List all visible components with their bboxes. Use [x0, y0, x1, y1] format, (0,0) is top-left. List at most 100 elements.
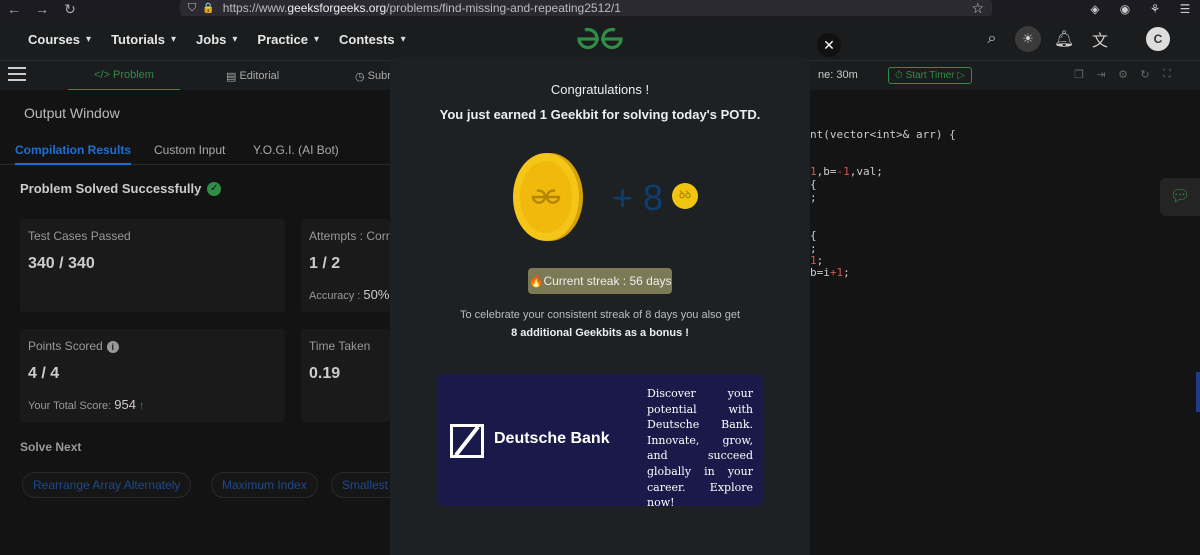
forward-arrow-icon[interactable]: → [28, 0, 56, 18]
code-line: { [810, 229, 817, 242]
bell-icon[interactable]: 🔔︎ [1046, 29, 1082, 49]
points-card: Points Scored i 4 / 4 Your Total Score: 9… [20, 329, 285, 422]
accuracy-row: Accuracy : 50% [309, 287, 390, 302]
nav-courses[interactable]: Courses ▾ [28, 32, 91, 47]
tab-submissions[interactable]: ◷ Subr [355, 61, 391, 91]
translate-icon[interactable]: 文 [1082, 27, 1118, 51]
time-label: Time Taken [309, 339, 371, 353]
code-line: b=i+1; [810, 266, 850, 279]
solve-next-title: Solve Next [20, 440, 82, 454]
nav-practice[interactable]: Practice ▾ [257, 32, 319, 47]
test-cases-label: Test Cases Passed [28, 229, 131, 243]
check-circle-icon: ✓ [207, 181, 222, 196]
total-score-row: Your Total Score: 954 ↑ [28, 397, 145, 412]
time-card: Time Taken 0.19 [301, 329, 390, 422]
tab-yogi-bot[interactable]: Y.O.G.I. (AI Bot) [253, 143, 339, 157]
bonus-amount: 8 additional Geekbits as a bonus ! [511, 327, 689, 339]
chevron-down-icon: ▾ [171, 33, 177, 45]
reload-icon[interactable]: ↻ [56, 0, 84, 18]
chevron-down-icon: ▾ [232, 33, 238, 45]
solve-next-chip[interactable]: Smallest [331, 472, 390, 498]
output-panel: Output Window Compilation Results Custom… [0, 90, 396, 555]
chat-icon[interactable]: 💬︎ [1160, 178, 1200, 216]
code-line: 1,b=-1,val; [810, 165, 883, 178]
chevron-down-icon: ▾ [400, 33, 406, 45]
bonus-message: To celebrate your consistent streak of 8… [459, 309, 741, 321]
code-line: { [810, 178, 817, 191]
output-tabs: Compilation Results Custom Input Y.O.G.I… [0, 135, 390, 165]
arrow-up-icon: ↑ [139, 400, 145, 412]
tab-problem[interactable]: </> Problem [68, 61, 180, 91]
code-line: ; [810, 191, 817, 204]
play-icon: ▷ [957, 70, 965, 81]
start-timer-button[interactable]: ⏱ Start Timer ▷ [888, 67, 972, 84]
deutsche-bank-ad[interactable]: Deutsche Bank Discover your potential wi… [437, 374, 763, 509]
congratulations-modal: Congratulations ! You just earned 1 Geek… [390, 57, 810, 555]
nav-contests[interactable]: Contests ▾ [339, 32, 406, 47]
copy-icon[interactable]: ❐ [1068, 68, 1090, 81]
attempts-label: Attempts : Corre [309, 229, 397, 243]
header-actions: ⌕ ☀ 🔔︎ 文 C [974, 18, 1170, 60]
output-window-title: Output Window [24, 105, 120, 121]
account-icon[interactable]: ◉ [1110, 0, 1140, 18]
extensions-icon[interactable]: ⚘ [1140, 0, 1170, 18]
hamburger-icon[interactable] [8, 67, 26, 85]
info-icon[interactable]: i [106, 341, 119, 353]
chevron-down-icon: ▾ [86, 33, 92, 45]
pocket-icon[interactable]: ◈ [1080, 0, 1110, 18]
import-icon[interactable]: ⇥ [1090, 68, 1112, 81]
ad-brand: Deutsche Bank [494, 430, 610, 447]
status-message: Problem Solved Successfully ✓ [20, 181, 222, 196]
modal-title: Congratulations ! [550, 82, 650, 97]
earned-message: You just earned 1 Geekbit for solving to… [439, 107, 761, 122]
code-icon: </> [94, 69, 113, 81]
small-coin-icon: ꝺꝺ [672, 183, 698, 209]
attempts-value: 1 / 2 [309, 255, 341, 272]
close-modal-button[interactable]: ✕ [817, 33, 841, 57]
document-icon: ▤ [226, 70, 240, 83]
search-icon[interactable]: ⌕ [974, 30, 1010, 48]
shield-icon: ⛉ [188, 1, 197, 14]
test-cases-card: Test Cases Passed 340 / 340 [20, 219, 285, 312]
code-editor[interactable]: nt(vector<int>& arr) { 1,b=-1,val; { ; {… [810, 90, 1200, 555]
back-arrow-icon[interactable]: ← [0, 0, 28, 18]
avatar[interactable]: C [1146, 27, 1170, 51]
tab-editorial[interactable]: ▤ Editorial [226, 61, 279, 91]
clock-icon: ◷ [355, 70, 368, 83]
timer-icon: ⏱ [895, 70, 906, 81]
gfg-logo-icon[interactable] [575, 26, 625, 52]
streak-badge: 🔥Current streak : 56 days [528, 268, 672, 294]
chevron-down-icon: ▾ [314, 33, 320, 45]
tab-compilation-results[interactable]: Compilation Results [15, 143, 132, 165]
timer-text: ne: 30m [818, 69, 858, 81]
solve-next-chip[interactable]: Rearrange Array Alternately [22, 472, 192, 498]
url-text: https://www.geeksforgeeks.org/problems/f… [222, 1, 621, 15]
fullscreen-icon[interactable]: ⛶ [1156, 68, 1178, 81]
ad-text: Discover your potential with Deutsche Ba… [647, 387, 753, 510]
points-label: Points Scored i [28, 339, 119, 353]
settings-icon[interactable]: ⚙ [1112, 68, 1134, 81]
menu-icon[interactable]: ☰ [1170, 0, 1200, 18]
main-nav: Courses ▾ Tutorials ▾ Jobs ▾ Practice ▾ Cont… [28, 18, 426, 60]
url-bar[interactable]: ⛉ 🔒 https://www.geeksforgeeks.org/proble… [180, 0, 992, 16]
solve-next-chip[interactable]: Maximum Index [211, 472, 318, 498]
deutsche-bank-logo-icon [450, 424, 484, 458]
lock-icon: 🔒 [202, 2, 215, 14]
nav-jobs[interactable]: Jobs ▾ [196, 32, 237, 47]
reset-icon[interactable]: ↻ [1134, 68, 1156, 81]
nav-tutorials[interactable]: Tutorials ▾ [111, 32, 176, 47]
browser-extensions: ◈ ◉ ⚘ ☰ [1080, 0, 1200, 18]
scrollbar-thumb[interactable] [1196, 372, 1200, 412]
browser-toolbar: ← → ↻ ⛉ 🔒 https://www.geeksforgeeks.org/… [0, 0, 1200, 18]
site-header: Courses ▾ Tutorials ▾ Jobs ▾ Practice ▾ Cont… [0, 18, 1200, 60]
bookmark-star-icon[interactable]: ☆ [971, 0, 984, 16]
attempts-card: Attempts : Corre 1 / 2 Accuracy : 50% [301, 219, 396, 312]
theme-toggle-icon[interactable]: ☀ [1015, 26, 1041, 52]
editor-tools: ❐ ⇥ ⚙ ↻ ⛶ [1068, 68, 1178, 81]
geekbit-coin-icon [513, 153, 583, 241]
time-value: 0.19 [309, 365, 341, 382]
code-line: nt(vector<int>& arr) { [810, 128, 956, 141]
test-cases-value: 340 / 340 [28, 255, 95, 272]
tab-custom-input[interactable]: Custom Input [154, 143, 225, 157]
points-value: 4 / 4 [28, 365, 60, 382]
